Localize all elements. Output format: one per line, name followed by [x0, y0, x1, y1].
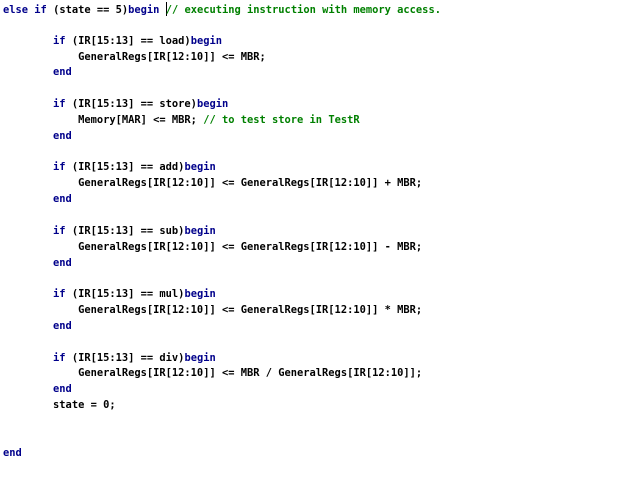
code-line[interactable]: end — [3, 65, 441, 81]
code-keyword: end — [3, 446, 22, 459]
code-expression: (state == 5) — [53, 4, 129, 16]
code-line[interactable]: end — [3, 192, 441, 208]
code-keyword: end — [53, 193, 72, 206]
code-line[interactable]: end — [3, 382, 441, 398]
code-line[interactable]: GeneralRegs[IR[12:10]] <= MBR / GeneralR… — [3, 366, 441, 382]
code-statement: GeneralRegs[IR[12:10]] <= GeneralRegs[IR… — [78, 240, 423, 253]
code-expression: (IR[15:13] == sub) — [71, 224, 185, 237]
code-keyword: end — [53, 129, 72, 142]
code-line[interactable] — [3, 430, 441, 446]
code-line[interactable]: end — [3, 129, 441, 145]
code-line[interactable]: GeneralRegs[IR[12:10]] <= MBR; — [3, 50, 441, 66]
code-line[interactable]: if (IR[15:13] == add)begin — [3, 160, 441, 176]
code-expression: (IR[15:13] == load) — [71, 34, 191, 47]
code-statement: state = 0; — [53, 399, 116, 412]
code-editor[interactable]: else if (state == 5)begin // executing i… — [0, 0, 625, 499]
code-keyword: if — [53, 161, 66, 174]
code-line[interactable]: GeneralRegs[IR[12:10]] <= GeneralRegs[IR… — [3, 240, 441, 256]
code-statement: GeneralRegs[IR[12:10]] <= GeneralRegs[IR… — [78, 304, 423, 317]
code-line[interactable] — [3, 145, 441, 161]
code-keyword: begin — [190, 34, 222, 47]
code-statement: GeneralRegs[IR[12:10]] <= MBR / GeneralR… — [78, 367, 423, 380]
code-line[interactable]: end — [3, 319, 441, 335]
code-line[interactable]: state = 0; — [3, 398, 441, 414]
code-keyword: if — [53, 98, 66, 111]
code-line[interactable] — [3, 81, 441, 97]
code-line[interactable]: if (IR[15:13] == sub)begin — [3, 224, 441, 240]
code-line[interactable]: Memory[MAR] <= MBR; // to test store in … — [3, 113, 441, 129]
code-line[interactable] — [3, 414, 441, 430]
code-keyword: if — [53, 351, 66, 364]
code-line[interactable]: if (IR[15:13] == store)begin — [3, 97, 441, 113]
code-line[interactable] — [3, 208, 441, 224]
code-keyword: if — [53, 34, 66, 47]
code-keyword: end — [53, 256, 72, 269]
code-keyword: if — [53, 224, 66, 237]
code-comment: // to test store in TestR — [203, 113, 360, 126]
code-statement: GeneralRegs[IR[12:10]] <= MBR; — [78, 50, 266, 63]
code-keyword: begin — [184, 224, 216, 237]
code-line[interactable]: end — [3, 446, 441, 462]
code-keyword: begin — [128, 4, 160, 16]
code-text-area[interactable]: else if (state == 5)begin // executing i… — [3, 2, 441, 461]
code-expression: (IR[15:13] == store) — [71, 98, 197, 111]
code-keyword: if — [53, 288, 66, 301]
code-keyword: end — [53, 383, 72, 396]
code-keyword: begin — [184, 351, 216, 364]
code-expression: (IR[15:13] == add) — [71, 161, 185, 174]
code-keyword: if — [34, 4, 47, 16]
code-keyword: begin — [184, 288, 216, 301]
code-statement: GeneralRegs[IR[12:10]] <= GeneralRegs[IR… — [78, 177, 423, 190]
code-line[interactable]: else if (state == 5)begin // executing i… — [3, 2, 441, 18]
code-comment: // executing instruction with memory acc… — [165, 4, 441, 16]
code-line[interactable]: end — [3, 256, 441, 272]
code-keyword: else — [3, 4, 29, 16]
code-keyword: begin — [196, 98, 229, 111]
code-line[interactable] — [3, 18, 441, 34]
code-line[interactable] — [3, 335, 441, 351]
code-statement: Memory[MAR] <= MBR; — [78, 113, 204, 126]
code-expression: (IR[15:13] == mul) — [71, 288, 185, 301]
code-line[interactable]: GeneralRegs[IR[12:10]] <= GeneralRegs[IR… — [3, 303, 441, 319]
code-line[interactable]: if (IR[15:13] == mul)begin — [3, 287, 441, 303]
code-keyword: begin — [184, 161, 216, 174]
code-keyword: end — [53, 319, 72, 332]
code-expression: (IR[15:13] == div) — [71, 351, 185, 364]
code-keyword: end — [53, 66, 72, 79]
code-line[interactable]: GeneralRegs[IR[12:10]] <= GeneralRegs[IR… — [3, 176, 441, 192]
code-line[interactable]: if (IR[15:13] == load)begin — [3, 34, 441, 50]
code-line[interactable]: if (IR[15:13] == div)begin — [3, 351, 441, 367]
code-line[interactable] — [3, 271, 441, 287]
